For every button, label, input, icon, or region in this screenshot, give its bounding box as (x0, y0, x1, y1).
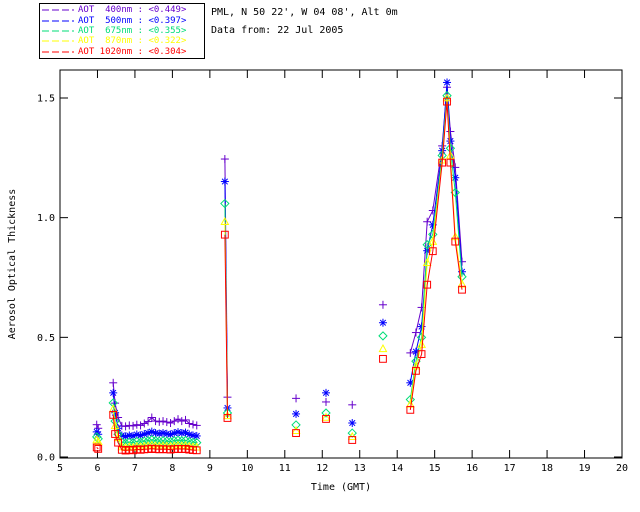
y-tick-label: 0.5 (37, 333, 55, 344)
x-tick-label: 7 (132, 463, 138, 474)
x-tick-label: 8 (169, 463, 175, 474)
x-axis: 5 6 7 8 9 10 11 12 13 14 15 16 17 18 19 20 Time (GMT) (57, 70, 628, 493)
x-tick-label: 13 (354, 463, 366, 474)
series-aot-1020nm (92, 97, 466, 455)
x-tick-label: 5 (57, 463, 63, 474)
y-axis-title: Aerosol Optical Thickness (7, 189, 18, 340)
y-tick-label: 1.0 (37, 213, 55, 224)
x-tick-label: 16 (466, 463, 478, 474)
x-tick-label: 18 (541, 463, 553, 474)
x-tick-label: 6 (94, 463, 100, 474)
x-tick-label: 10 (241, 463, 253, 474)
x-tick-label: 11 (279, 463, 291, 474)
series-aot-870nm (92, 93, 467, 451)
x-tick-label: 14 (391, 463, 403, 474)
x-tick-label: 15 (429, 463, 441, 474)
y-tick-label: 0.0 (37, 453, 55, 464)
y-tick-label: 1.5 (37, 94, 55, 105)
x-tick-label: 12 (316, 463, 328, 474)
x-tick-label: 17 (504, 463, 516, 474)
plot-frame (59, 69, 623, 459)
x-tick-label: 19 (579, 463, 591, 474)
series-aot-675nm (92, 90, 467, 448)
x-tick-label: 9 (207, 463, 213, 474)
y-axis: 0.0 0.5 1.0 1.5 Aerosol Optical Thickness (7, 94, 622, 464)
x-axis-title: Time (GMT) (311, 482, 371, 493)
aot-timeseries-chart: 5 6 7 8 9 10 11 12 13 14 15 16 17 18 19 20 Time (GMT) 0.0… (7, 69, 628, 493)
series-aot-500nm (92, 78, 467, 441)
x-tick-label: 20 (616, 463, 628, 474)
